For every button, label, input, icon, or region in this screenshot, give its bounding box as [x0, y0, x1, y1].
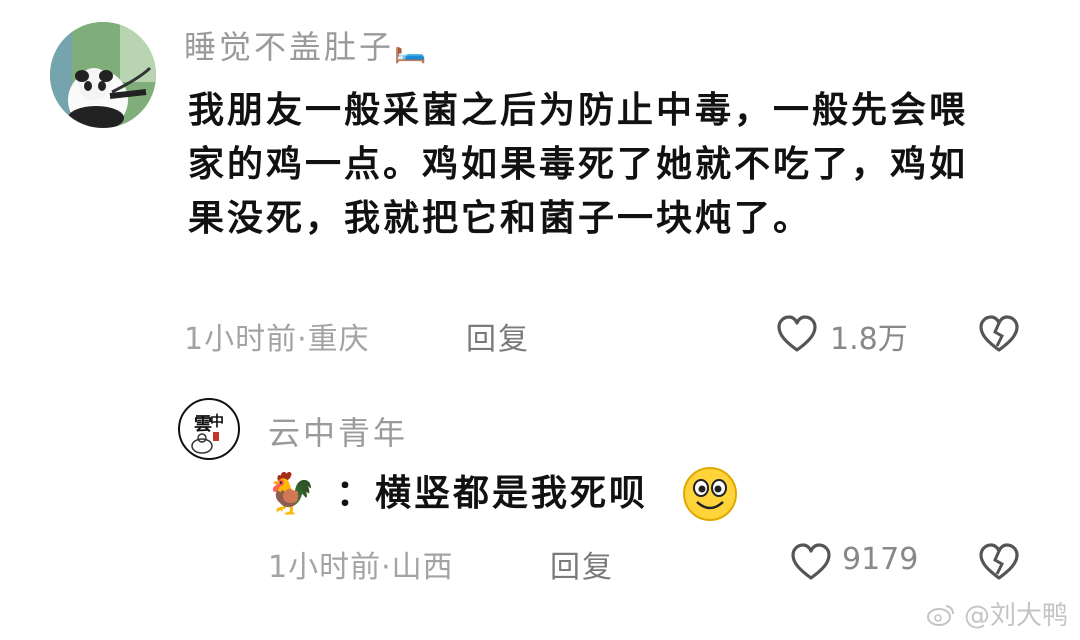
comment-time: 1小时前 — [184, 322, 298, 357]
panda-avatar-image — [50, 22, 156, 128]
reply-text: ：横竖都是我死呗 — [336, 473, 649, 514]
reply-like-count: 9179 — [842, 542, 919, 577]
comment-location: ·重庆 — [297, 322, 370, 357]
dislike-button[interactable] — [978, 314, 1020, 358]
reply-reply-button[interactable]: 回复 — [550, 542, 614, 586]
broken-heart-icon — [979, 315, 1019, 352]
reply-location: ·山西 — [381, 550, 454, 585]
reply-username[interactable]: 云中青年 — [268, 408, 408, 454]
like-button[interactable] — [776, 314, 818, 358]
rooster-emoji: 🐓 — [266, 471, 316, 517]
reply-meta: 1小时前·山西 — [268, 542, 454, 586]
smile-face-icon — [683, 467, 737, 521]
yunzhong-logo-image: 雲 中 — [181, 401, 237, 457]
watermark-text: @刘大鸭 — [963, 601, 1068, 631]
heart-outline-icon — [791, 543, 831, 580]
reply-dislike-button[interactable] — [978, 542, 1020, 586]
bed-emoji: 🛏️ — [394, 35, 430, 65]
avatar[interactable] — [50, 22, 156, 128]
reply-time: 1小时前 — [268, 550, 382, 585]
smile-emoji — [682, 466, 738, 526]
reply-avatar[interactable]: 雲 中 — [178, 398, 240, 460]
comment-text: 我朋友一般采菌之后为防止中毒，一般先会喂家的鸡一点。鸡如果毒死了她就不吃了，鸡如… — [188, 90, 969, 239]
comment-meta: 1小时前·重庆 — [184, 314, 370, 358]
watermark: @刘大鸭 — [926, 595, 1068, 632]
avatar-logo-text-2: 中 — [210, 413, 224, 430]
reply-button[interactable]: 回复 — [466, 314, 530, 358]
reply-like-button[interactable] — [790, 542, 832, 586]
broken-heart-icon — [979, 543, 1019, 580]
like-count: 1.8万 — [830, 322, 908, 357]
weibo-icon — [926, 601, 964, 631]
comment-username[interactable]: 睡觉不盖肚子🛏️ — [184, 22, 429, 68]
heart-outline-icon — [777, 315, 817, 352]
